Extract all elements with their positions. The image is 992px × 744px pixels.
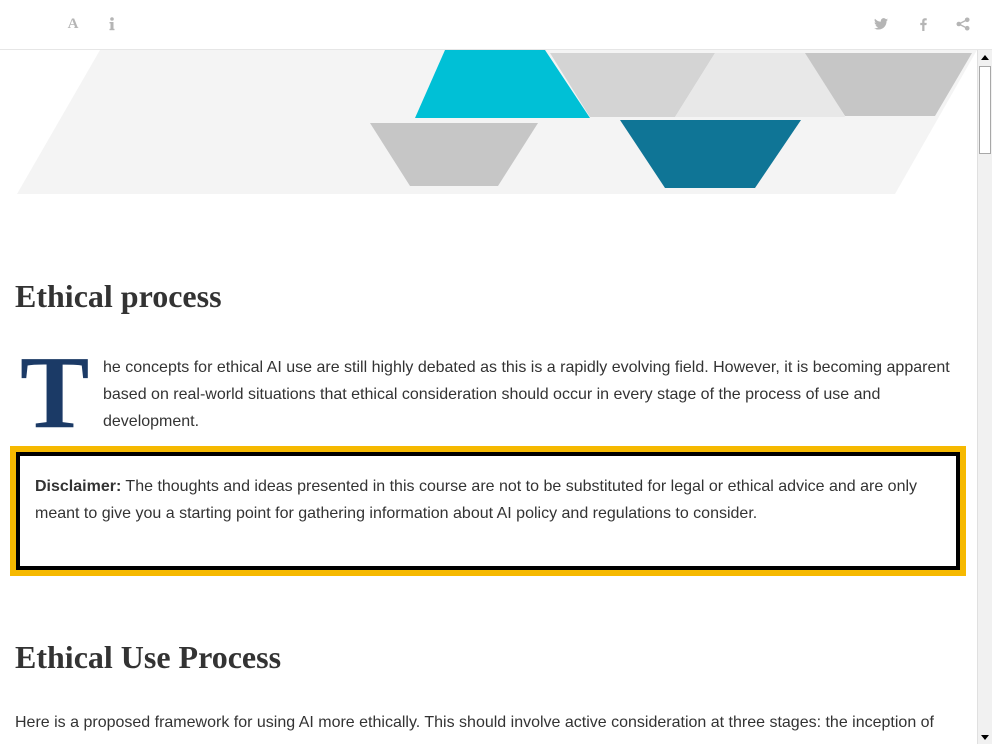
disclaimer-box: Disclaimer: The thoughts and ideas prese…	[10, 446, 966, 576]
framework-paragraph: Here is a proposed framework for using A…	[15, 714, 934, 731]
scroll-down-icon[interactable]	[978, 730, 992, 744]
disclaimer-label: Disclaimer:	[35, 478, 122, 495]
article-content: Ethical process T he concepts for ethica…	[0, 50, 977, 744]
font-size-icon[interactable]: A	[64, 14, 82, 34]
share-icon[interactable]	[954, 14, 972, 34]
top-toolbar: A	[0, 0, 992, 50]
facebook-icon[interactable]	[915, 14, 931, 34]
info-icon[interactable]	[104, 14, 120, 34]
section-heading-use-process: Ethical Use Process	[15, 639, 282, 675]
banner-graphic	[17, 50, 977, 194]
section-heading: Ethical process	[15, 278, 222, 314]
twitter-icon[interactable]	[872, 14, 890, 34]
drop-cap: T	[20, 335, 90, 450]
disclaimer-text: The thoughts and ideas presented in this…	[35, 478, 918, 522]
scroll-up-icon[interactable]	[978, 50, 992, 64]
scrollbar-thumb[interactable]	[979, 66, 991, 154]
vertical-scrollbar[interactable]	[977, 50, 992, 744]
intro-paragraph: he concepts for ethical AI use are still…	[103, 359, 950, 430]
disclaimer-content: Disclaimer: The thoughts and ideas prese…	[16, 452, 960, 570]
